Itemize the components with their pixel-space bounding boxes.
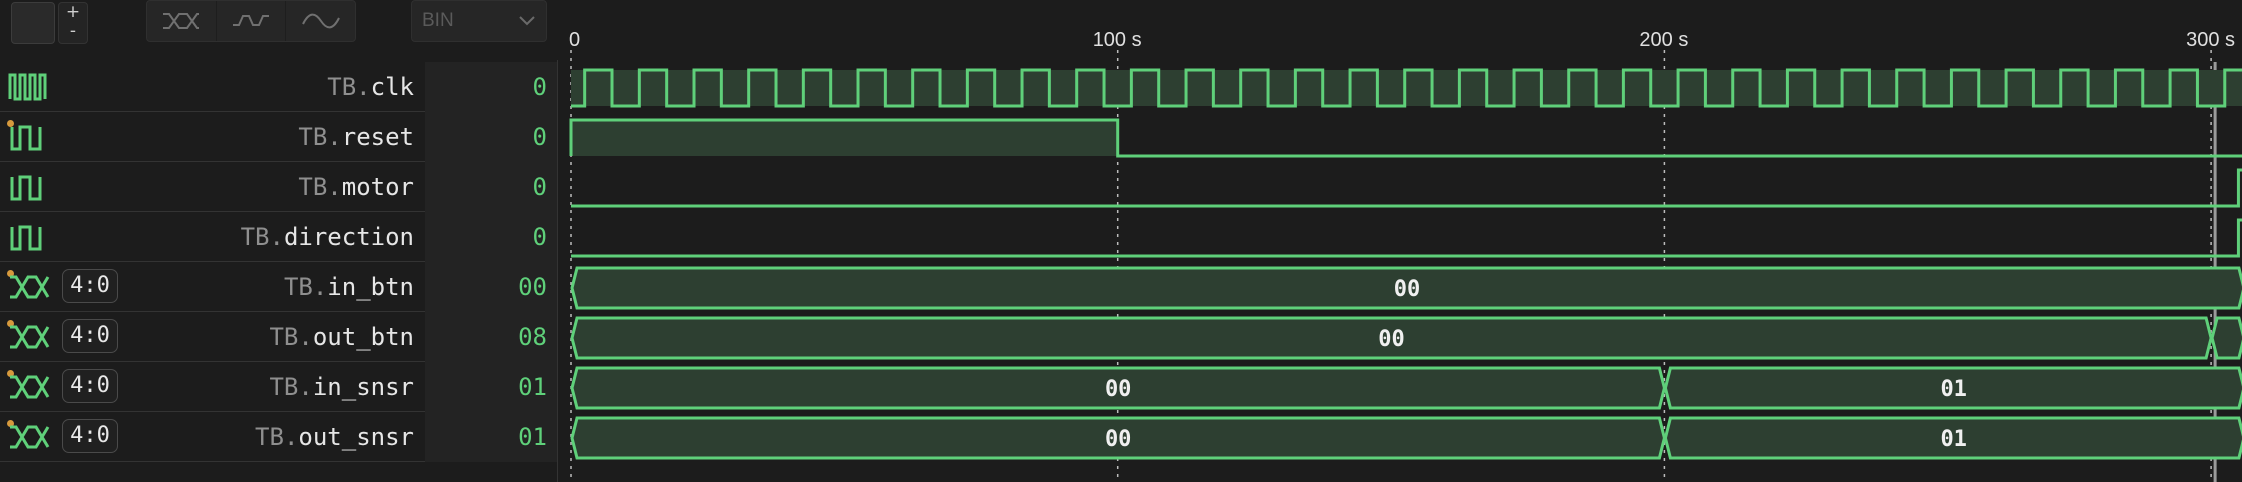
bit-width-badge: 4:0 bbox=[62, 369, 118, 403]
bus-icon bbox=[10, 425, 50, 449]
signal-row-out-btn[interactable]: 4:0 TB.out_btn 08 bbox=[0, 312, 557, 362]
out_btn-bus-segment bbox=[2210, 316, 2242, 360]
signal-value: 0 bbox=[425, 212, 557, 262]
signal-value: 08 bbox=[425, 312, 557, 362]
clk-fill bbox=[571, 70, 2242, 106]
signal-value: 0 bbox=[425, 62, 557, 112]
signal-value: 01 bbox=[425, 362, 557, 412]
waveform-canvas[interactable]: 0 100 s 200 s 300 s 00 00 00 01 00 01 bbox=[558, 0, 2242, 482]
signal-value: 0 bbox=[425, 112, 557, 162]
signal-name: TB.reset bbox=[298, 123, 414, 151]
signal-row-clk[interactable]: TB.clk 0 bbox=[0, 62, 557, 112]
signal-name: TB.clk bbox=[327, 73, 414, 101]
signal-value: 00 bbox=[425, 262, 557, 312]
out_btn-bus-value: 00 bbox=[1378, 327, 1405, 352]
time-tick-label: 300 s bbox=[2186, 29, 2235, 51]
time-tick-label: 100 s bbox=[1093, 29, 1142, 51]
wave-style-selector bbox=[146, 0, 356, 42]
bus-icon bbox=[10, 275, 50, 299]
in_snsr-bus-value: 01 bbox=[1940, 377, 1967, 402]
signal-name: TB.motor bbox=[298, 173, 414, 201]
motor-waveform bbox=[571, 168, 2242, 208]
time-tick-label: 200 s bbox=[1639, 29, 1688, 51]
radix-value: BIN bbox=[422, 10, 454, 31]
color-swatch-button[interactable] bbox=[11, 2, 55, 44]
signal-value: 0 bbox=[425, 162, 557, 212]
radix-dropdown[interactable]: BIN bbox=[411, 0, 547, 42]
out_snsr-bus-value: 01 bbox=[1940, 427, 1967, 452]
pulse-icon bbox=[10, 175, 42, 201]
reset-high-fill bbox=[571, 120, 1118, 156]
zoom-controls: + - bbox=[58, 2, 88, 44]
out_snsr-bus-value: 00 bbox=[1105, 427, 1132, 452]
toolbar: + - BIN bbox=[0, 0, 557, 60]
signal-row-direction[interactable]: TB.direction 0 bbox=[0, 212, 557, 262]
chevron-down-icon bbox=[519, 16, 535, 26]
pulse-icon bbox=[10, 225, 42, 251]
step-waveform-icon bbox=[233, 15, 269, 26]
clock-icon bbox=[8, 73, 47, 101]
bus-style-button[interactable] bbox=[147, 1, 217, 41]
signal-row-out-snsr[interactable]: 4:0 TB.out_snsr 01 bbox=[0, 412, 557, 462]
bus-waveform-icon bbox=[163, 13, 200, 29]
in_btn-bus-value: 00 bbox=[1394, 277, 1421, 302]
signal-row-in-btn[interactable]: 4:0 TB.in_btn 00 bbox=[0, 262, 557, 312]
signal-value: 01 bbox=[425, 412, 557, 462]
bit-width-badge: 4:0 bbox=[62, 419, 118, 453]
signal-name: TB.out_btn bbox=[269, 323, 414, 351]
zoom-out-button[interactable]: - bbox=[59, 22, 87, 41]
signal-row-reset[interactable]: TB.reset 0 bbox=[0, 112, 557, 162]
bit-width-badge: 4:0 bbox=[62, 319, 118, 353]
in_snsr-bus-value: 00 bbox=[1105, 377, 1132, 402]
zoom-in-button[interactable]: + bbox=[59, 3, 87, 22]
signal-name: TB.in_btn bbox=[283, 273, 414, 301]
direction-waveform bbox=[571, 218, 2242, 258]
pulse-icon bbox=[10, 125, 42, 151]
analog-waveform-icon bbox=[301, 13, 340, 29]
signal-name: TB.in_snsr bbox=[269, 373, 414, 401]
signal-row-motor[interactable]: TB.motor 0 bbox=[0, 162, 557, 212]
analog-style-button[interactable] bbox=[286, 1, 355, 41]
signal-name: TB.direction bbox=[240, 223, 414, 251]
bus-icon bbox=[10, 375, 50, 399]
time-tick-label: 0 bbox=[569, 29, 580, 51]
signal-name: TB.out_snsr bbox=[255, 423, 414, 451]
signal-row-in-snsr[interactable]: 4:0 TB.in_snsr 01 bbox=[0, 362, 557, 412]
step-style-button[interactable] bbox=[217, 1, 287, 41]
bus-icon bbox=[10, 325, 50, 349]
bit-width-badge: 4:0 bbox=[62, 269, 118, 303]
